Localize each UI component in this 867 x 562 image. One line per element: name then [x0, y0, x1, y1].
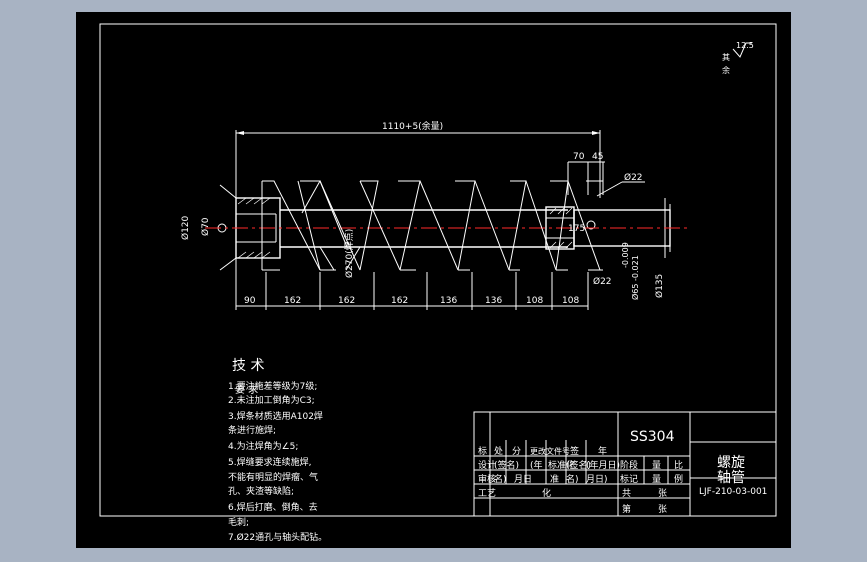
tb-approve: 准 [550, 474, 559, 485]
note-line-10: 毛刺; [228, 516, 249, 528]
tb-weight: 量 [652, 460, 661, 471]
dim-70: 70 [573, 152, 585, 162]
tb-scale: 比 [674, 459, 683, 471]
tb-sign-1: (签名) [494, 459, 519, 471]
seg-dim-4: 162 [391, 296, 408, 306]
tb-weight-2: 量 [652, 474, 661, 485]
dim-45: 45 [592, 152, 603, 162]
seg-dim-6: 136 [485, 296, 502, 306]
note-line-11: 7.Ø22通孔与轴头配钻。 [228, 531, 327, 543]
right-diameter: Ø135 [654, 274, 665, 298]
tb-mark: 标记 [620, 473, 638, 485]
tolerance-upper: -0.009 [621, 242, 630, 268]
seg-dim-7: 108 [526, 296, 543, 306]
roughness-value: 12.5 [736, 41, 754, 50]
roughness-label-1: 其 [722, 53, 730, 62]
tb-header-5: 签 [570, 445, 579, 457]
tb-header-6: 年 [598, 445, 607, 457]
tb-sign-4: 名) [566, 473, 579, 485]
right-inner-dim: 175 [568, 224, 585, 234]
tb-date-3: 月日 [514, 474, 532, 485]
drawing-canvas: 12.5 其 余 1110+5(余量) 70 45 Ø22 Ø120 Ø70 Ø… [0, 0, 867, 562]
part-name-2: 轴管 [717, 470, 745, 486]
tb-sign-3: 名) [494, 473, 507, 485]
tb-date-2: (年月日) [586, 459, 620, 471]
material-label: SS304 [630, 429, 675, 445]
tb-sheet-no: 第 [622, 503, 631, 515]
tb-sheet-label: 张 [658, 504, 667, 515]
part-name-1: 螺旋 [717, 455, 745, 471]
roughness-label-2: 余 [722, 65, 730, 75]
note-line-1: 1.要注施差等级为7级; [228, 380, 317, 392]
seg-dim-3: 162 [338, 296, 355, 306]
tb-header-2: 处 [494, 445, 503, 457]
tb-header-4: 更改文件号 [530, 446, 570, 456]
tb-standardize: 化 [542, 487, 551, 499]
tb-sheets: 张 [658, 488, 667, 499]
seg-dim-8: 108 [562, 296, 579, 306]
tb-header-1: 标 [478, 445, 487, 457]
tb-date-1: (年 [530, 459, 543, 471]
left-inner-diameter: Ø70 [200, 217, 211, 236]
tolerance-lower: Ø65 -0.021 [630, 255, 640, 300]
tb-date-4: 月日) [586, 474, 608, 485]
note-line-2: 2.未注加工倒角为C3; [228, 394, 315, 406]
tb-process: 工艺 [478, 488, 496, 499]
right-hole-label: Ø22 [593, 276, 612, 287]
tb-header-3: 分 [512, 446, 521, 457]
tb-ratio: 例 [674, 473, 683, 485]
note-line-5: 4.为注焊角为∠5; [228, 440, 298, 452]
sheet-background [76, 12, 791, 548]
seg-dim-2: 162 [284, 296, 301, 306]
hole-diameter-label: Ø22 [624, 172, 643, 183]
cad-sheet: 12.5 其 余 1110+5(余量) 70 45 Ø22 Ø120 Ø70 Ø… [76, 12, 791, 548]
seg-dim-1: 90 [244, 296, 256, 306]
overall-length-text: 1110+5(余量) [382, 120, 443, 132]
notes-title: 技 术 [232, 358, 264, 374]
note-line-6: 5.焊缝要求连续施焊, [228, 456, 311, 468]
seg-dim-5: 136 [440, 296, 457, 306]
drawing-number: LJF-210-03-001 [699, 487, 767, 497]
tb-stage: 阶段 [620, 459, 638, 471]
tb-total: 共 [622, 488, 631, 499]
center-diameter-label: Ø270(焊点) [343, 229, 355, 278]
note-line-7: 不能有明显的焊瘤、气 [228, 471, 318, 483]
note-line-3: 3.焊条材质选用A102焊 [228, 410, 323, 422]
left-outer-diameter: Ø120 [180, 215, 191, 240]
note-line-8: 孔、夹渣等缺陷; [228, 485, 294, 497]
note-line-9: 6.焊后打磨、倒角、去 [228, 501, 318, 513]
note-line-4: 条进行施焊; [228, 424, 276, 436]
